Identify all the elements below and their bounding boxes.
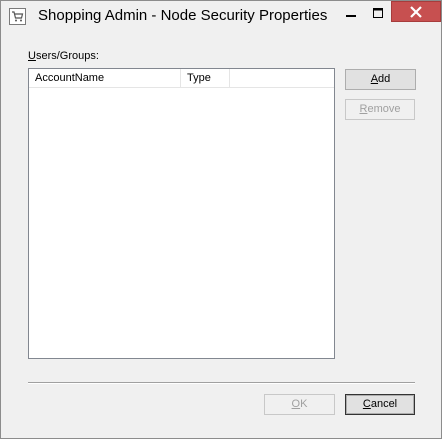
remove-button-text: emove	[367, 103, 401, 115]
remove-button[interactable]: Remove	[345, 99, 415, 120]
cancel-button-accel: C	[362, 398, 371, 410]
users-groups-label-text: sers/Groups:	[35, 50, 99, 62]
users-groups-list[interactable]: AccountName Type	[28, 68, 335, 359]
minimize-button[interactable]	[337, 2, 364, 23]
column-header-account-name[interactable]: AccountName	[29, 69, 181, 87]
users-groups-label-accel: U	[28, 50, 36, 62]
maximize-button[interactable]	[364, 2, 391, 23]
separator-line	[28, 382, 415, 384]
cancel-button-text: ancel	[370, 398, 398, 410]
close-icon	[410, 5, 422, 18]
add-button-accel: A	[370, 73, 379, 85]
add-button-text: dd	[378, 73, 391, 85]
add-button[interactable]: Add	[345, 69, 416, 90]
users-groups-label: Users/Groups:	[28, 50, 99, 62]
column-header-type[interactable]: Type	[181, 69, 230, 87]
title-bar[interactable]: Shopping Admin - Node Security Propertie…	[1, 1, 441, 32]
window-title: Shopping Admin - Node Security Propertie…	[38, 7, 328, 24]
minimize-icon	[345, 14, 356, 17]
shopping-cart-icon	[9, 8, 26, 25]
list-header: AccountName Type	[29, 69, 334, 88]
ok-button-accel: O	[291, 398, 301, 410]
cancel-button[interactable]: Cancel	[345, 394, 415, 415]
dialog-window: Shopping Admin - Node Security Propertie…	[0, 0, 442, 439]
close-button[interactable]	[391, 1, 441, 22]
maximize-icon	[372, 7, 383, 18]
ok-button[interactable]: OK	[264, 394, 335, 415]
ok-button-text: K	[300, 398, 308, 410]
